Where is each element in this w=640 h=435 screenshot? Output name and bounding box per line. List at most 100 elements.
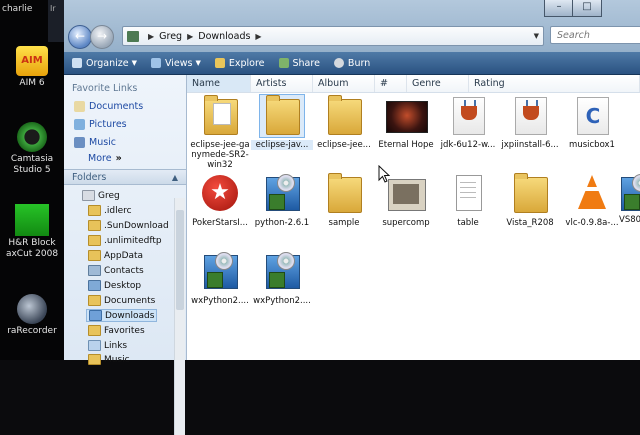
- favorite-link-pictures[interactable]: Pictures: [74, 119, 127, 130]
- folder-icon: [322, 173, 366, 215]
- folders-header[interactable]: Folders ▲: [64, 169, 186, 185]
- tree-item[interactable]: .idlerc: [88, 205, 132, 216]
- minimize-button[interactable]: –: [544, 0, 574, 17]
- column-headers: Name Artists Album # Genre Rating: [187, 75, 640, 93]
- tree-item-greg[interactable]: Greg: [82, 190, 120, 201]
- installer-icon: [619, 173, 640, 215]
- folder-icon: [88, 220, 101, 231]
- file-item[interactable]: sample: [313, 173, 375, 228]
- tree-item[interactable]: Desktop: [88, 280, 141, 291]
- explorer-window: – □ ← → ▶ Greg ▶ Downloads ▶ ▼ ⟳ Search …: [64, 0, 640, 435]
- chevron-down-icon: ▼: [195, 59, 201, 67]
- tree-item[interactable]: .SunDownload: [88, 220, 169, 231]
- desktop-icon-hr-block[interactable]: H&R Block axCut 2008: [0, 204, 64, 260]
- folder-icon: [88, 235, 101, 246]
- desktop-icon-camtasia[interactable]: Camtasia Studio 5: [0, 122, 64, 176]
- column-header-album[interactable]: Album: [313, 75, 375, 92]
- folder-icon: [508, 173, 552, 215]
- file-item[interactable]: python-2.6.1: [251, 173, 313, 228]
- file-item[interactable]: eclipse-jee-ganymede-SR2-win32: [189, 95, 251, 170]
- favorite-links-title: Favorite Links: [72, 83, 138, 94]
- pictures-icon: [74, 119, 85, 130]
- views-icon: [150, 58, 161, 68]
- breadcrumb-separator-icon[interactable]: ▶: [187, 32, 193, 41]
- favorite-link-documents[interactable]: Documents: [74, 101, 143, 112]
- tree-item[interactable]: Contacts: [88, 265, 144, 276]
- folder-icon: [88, 205, 101, 216]
- explore-button[interactable]: Explore: [214, 58, 265, 69]
- recorder-icon: [17, 294, 47, 324]
- favorites-folder-icon: [88, 325, 101, 336]
- chevron-up-icon: ▲: [171, 173, 178, 182]
- aim-icon: AIM: [16, 46, 48, 76]
- column-header-number[interactable]: #: [375, 75, 407, 92]
- forward-arrow-icon: →: [96, 29, 108, 43]
- desktop-icon-aim[interactable]: AIM AIM 6: [0, 46, 64, 89]
- camtasia-icon: [17, 122, 47, 152]
- file-item[interactable]: eclipse-jee...: [313, 95, 375, 150]
- burn-button[interactable]: Burn: [333, 58, 370, 69]
- tree-item[interactable]: .unlimitedftp: [88, 235, 162, 246]
- file-item[interactable]: C musicbox1: [561, 95, 623, 150]
- views-button[interactable]: Views ▼: [150, 58, 201, 69]
- file-item[interactable]: Vista_R208: [499, 173, 561, 228]
- tree-item[interactable]: Links: [88, 340, 127, 351]
- folder-icon: [88, 250, 101, 261]
- forward-button[interactable]: →: [90, 25, 114, 49]
- tree-scrollbar[interactable]: [174, 198, 185, 435]
- column-header-genre[interactable]: Genre: [407, 75, 469, 92]
- tree-item[interactable]: Favorites: [88, 325, 145, 336]
- links-folder-icon: [88, 340, 101, 351]
- more-links-button[interactable]: More»: [88, 153, 122, 164]
- file-item[interactable]: jdk-6u12-w...: [437, 95, 499, 150]
- file-item[interactable]: jxpiinstall-6...: [499, 95, 561, 150]
- scrollbar-thumb[interactable]: [176, 210, 184, 310]
- file-item[interactable]: ★ PokerStarsI...: [189, 173, 251, 228]
- documents-folder-icon: [88, 295, 101, 306]
- desktop-folder-icon: [88, 280, 101, 291]
- mouse-cursor-icon: [378, 165, 390, 183]
- contacts-icon: [88, 265, 101, 276]
- desktop-icon-label: Camtasia Studio 5: [10, 154, 54, 175]
- share-icon: [278, 58, 289, 68]
- column-header-name[interactable]: Name: [187, 75, 251, 92]
- desktop-icon-recorder[interactable]: raRecorder: [0, 294, 64, 337]
- file-item[interactable]: wxPython2....: [251, 251, 313, 306]
- folder-icon: [322, 95, 366, 137]
- tree-item-downloads-selected[interactable]: Downloads: [86, 309, 158, 322]
- tree-item[interactable]: Documents: [88, 295, 155, 306]
- organize-button[interactable]: Organize ▼: [72, 58, 137, 69]
- favorite-link-music[interactable]: Music: [74, 137, 116, 148]
- screenshot-icon: [384, 173, 428, 215]
- java-icon: [508, 95, 552, 137]
- user-name: charlie: [2, 4, 33, 14]
- share-button[interactable]: Share: [278, 58, 320, 69]
- column-header-artists[interactable]: Artists: [251, 75, 313, 92]
- file-item[interactable]: wxPython2....: [189, 251, 251, 306]
- chevron-down-icon: ▼: [131, 59, 137, 67]
- address-dropdown-icon[interactable]: ▼: [534, 32, 539, 40]
- pokerstars-icon: ★: [198, 173, 242, 215]
- file-item[interactable]: table: [437, 173, 499, 228]
- desktop-icon-label: H&R Block axCut 2008: [5, 238, 59, 259]
- breadcrumb-greg[interactable]: Greg: [159, 31, 182, 42]
- music-icon: [74, 137, 85, 148]
- breadcrumb-separator-icon[interactable]: ▶: [148, 32, 154, 41]
- breadcrumb-downloads[interactable]: Downloads: [198, 31, 250, 42]
- tree-item[interactable]: AppData: [88, 250, 143, 261]
- search-input[interactable]: Search: [550, 26, 640, 44]
- column-header-rating[interactable]: Rating: [469, 75, 640, 92]
- text-file-icon: [446, 173, 490, 215]
- file-list: Name Artists Album # Genre Rating eclips…: [187, 75, 640, 360]
- back-button[interactable]: ←: [68, 25, 92, 49]
- breadcrumb-separator-icon[interactable]: ▶: [255, 32, 261, 41]
- file-item[interactable]: Eternal Hope: [375, 95, 437, 150]
- maximize-button[interactable]: □: [572, 0, 602, 17]
- back-arrow-icon: ←: [74, 29, 86, 43]
- explore-icon: [214, 58, 225, 68]
- file-item[interactable]: vlc-0.9.8a-...: [561, 173, 623, 228]
- file-item-selected[interactable]: eclipse-jav...: [251, 94, 313, 150]
- breadcrumb[interactable]: ▶ Greg ▶ Downloads ▶ ▼: [122, 26, 544, 46]
- file-item[interactable]: VS80s...: [619, 173, 640, 225]
- organize-icon: [72, 58, 82, 68]
